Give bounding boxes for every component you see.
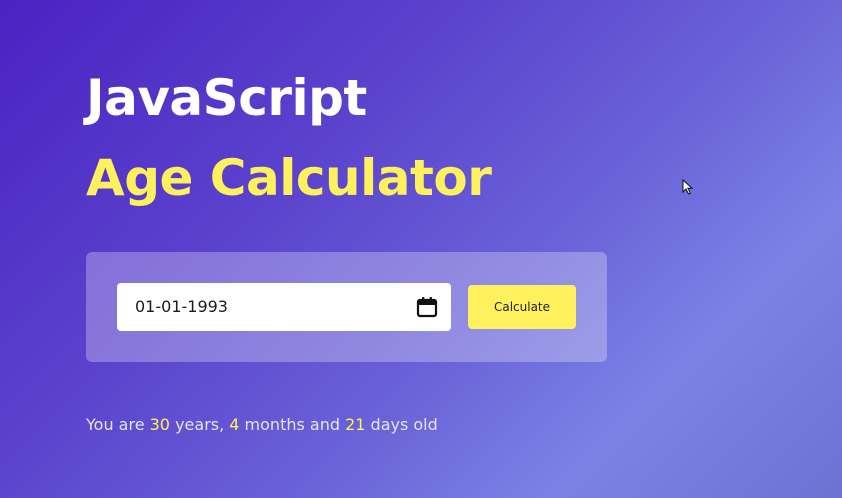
page-title: JavaScript <box>86 69 367 127</box>
age-result: You are 30 years, 4 months and 21 days o… <box>86 414 438 436</box>
result-prefix: You are <box>86 415 150 434</box>
days-label: days old <box>365 415 438 434</box>
page-subtitle: Age Calculator <box>86 149 492 207</box>
months-value: 4 <box>229 415 240 434</box>
arrow-pointer-icon <box>682 179 694 195</box>
years-value: 30 <box>149 415 170 434</box>
calendar-icon[interactable] <box>415 295 439 319</box>
calculator-card: 01-01-1993 Calculate <box>86 252 607 362</box>
birthdate-value: 01-01-1993 <box>135 297 228 316</box>
years-label: years, <box>169 415 230 434</box>
days-value: 21 <box>345 415 366 434</box>
birthdate-input[interactable]: 01-01-1993 <box>117 283 451 331</box>
months-label: months and <box>239 415 346 434</box>
calculate-button[interactable]: Calculate <box>468 285 576 329</box>
age-calculator: JavaScript Age Calculator 01-01-1993 Cal… <box>86 0 786 498</box>
